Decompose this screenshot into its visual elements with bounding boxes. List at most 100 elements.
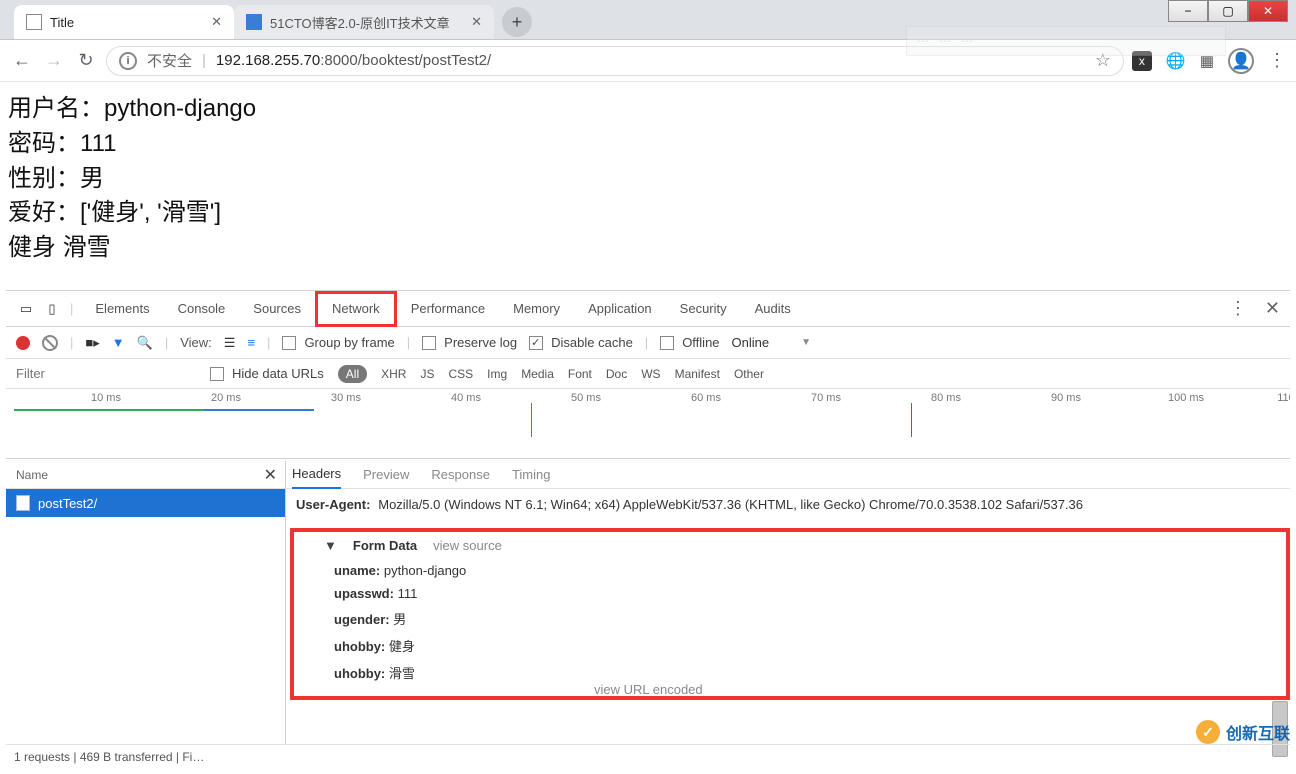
tab-51cto[interactable]: 51CTO博客2.0-原创IT技术文章 ✕ xyxy=(234,5,494,39)
view-source-link[interactable]: view source xyxy=(433,538,502,553)
new-tab-button[interactable]: + xyxy=(502,7,532,37)
site-info-icon[interactable]: i xyxy=(119,52,137,70)
filter-type-img[interactable]: Img xyxy=(487,367,507,381)
menu-button[interactable]: ⋮ xyxy=(1268,50,1286,71)
filter-type-xhr[interactable]: XHR xyxy=(381,367,406,381)
filter-type-font[interactable]: Font xyxy=(568,367,592,381)
devtools-controls: | ■▸ ▼ 🔍 | View: ☰ ≡ | Group by frame | … xyxy=(6,327,1290,359)
devtools-panel: ▭ ▯ | Elements Console Sources Network P… xyxy=(6,290,1290,768)
close-button[interactable]: ✕ xyxy=(1248,0,1288,22)
devtools-tabs: ▭ ▯ | Elements Console Sources Network P… xyxy=(6,291,1290,327)
filter-type-other[interactable]: Other xyxy=(734,367,764,381)
tab-close-icon[interactable]: ✕ xyxy=(471,14,482,30)
content-line: 性别：男 xyxy=(8,162,1288,197)
not-secure-label: 不安全 xyxy=(147,50,192,71)
detail-tab-preview[interactable]: Preview xyxy=(363,467,409,482)
devtools-menu-icon[interactable]: ⋮ xyxy=(1229,298,1247,319)
throttle-select[interactable]: Online xyxy=(732,335,770,350)
timeline-tick: 30 ms xyxy=(331,392,361,404)
detail-tabs: Headers Preview Response Timing xyxy=(286,461,1290,489)
timeline-tick: 40 ms xyxy=(451,392,481,404)
filter-type-ws[interactable]: WS xyxy=(641,367,660,381)
user-agent-row: User-Agent: Mozilla/5.0 (Windows NT 6.1;… xyxy=(286,489,1290,522)
filter-type-doc[interactable]: Doc xyxy=(606,367,627,381)
devtools-tab-audits[interactable]: Audits xyxy=(741,291,805,327)
tab-title[interactable]: Title ✕ xyxy=(14,5,234,39)
devtools-tab-performance[interactable]: Performance xyxy=(397,291,499,327)
timeline-tick: 80 ms xyxy=(931,392,961,404)
reload-button[interactable]: ↻ xyxy=(74,49,98,73)
view-list-icon[interactable]: ☰ xyxy=(224,335,236,351)
device-icon[interactable]: ▯ xyxy=(42,301,62,317)
form-data-section: ▼ Form Data view source uname: python-dj… xyxy=(290,528,1290,700)
detail-tab-headers[interactable]: Headers xyxy=(292,461,341,489)
view-label: View: xyxy=(180,335,212,350)
devtools-tab-sources[interactable]: Sources xyxy=(239,291,315,327)
tab-close-icon[interactable]: ✕ xyxy=(211,14,222,30)
form-data-row: ugender: 男 xyxy=(324,605,1276,632)
timeline-tick: 100 ms xyxy=(1168,392,1204,404)
camera-icon[interactable]: ■▸ xyxy=(85,335,99,351)
devtools-close-icon[interactable]: ✕ xyxy=(1265,298,1280,319)
timeline-tick: 70 ms xyxy=(811,392,841,404)
filter-type-js[interactable]: JS xyxy=(420,367,434,381)
devtools-tab-elements[interactable]: Elements xyxy=(81,291,163,327)
preserve-log-checkbox[interactable]: Preserve log xyxy=(422,335,517,350)
content-line: 用户名：python-django xyxy=(8,92,1288,127)
view-waterfall-icon[interactable]: ≡ xyxy=(247,335,255,350)
content-line: 健身 滑雪 xyxy=(8,231,1288,266)
timeline-marker xyxy=(531,403,532,437)
tab-label: Title xyxy=(50,15,74,30)
content-line: 密码：111 xyxy=(8,127,1288,162)
minimize-button[interactable]: − xyxy=(1168,0,1208,22)
view-url-encoded-link[interactable]: view URL encoded xyxy=(594,682,703,697)
request-list: Name ✕ postTest2/ xyxy=(6,461,286,744)
devtools-tab-memory[interactable]: Memory xyxy=(499,291,574,327)
form-data-row: uhobby: 健身 xyxy=(324,632,1276,659)
devtools-body: Name ✕ postTest2/ Headers Preview Respon… xyxy=(6,461,1290,744)
request-list-header[interactable]: Name ✕ xyxy=(6,461,285,489)
detail-tab-response[interactable]: Response xyxy=(431,467,490,482)
timeline-tick: 60 ms xyxy=(691,392,721,404)
content-line: 爱好：['健身', '滑雪'] xyxy=(8,196,1288,231)
filter-type-media[interactable]: Media xyxy=(521,367,554,381)
filter-input[interactable] xyxy=(16,366,196,381)
tab-label: 51CTO博客2.0-原创IT技术文章 xyxy=(270,13,450,32)
request-item[interactable]: postTest2/ xyxy=(6,489,285,517)
filter-type-manifest[interactable]: Manifest xyxy=(675,367,720,381)
page-icon xyxy=(26,14,42,30)
filter-type-all[interactable]: All xyxy=(338,365,367,383)
offline-checkbox[interactable]: Offline xyxy=(660,335,719,350)
devtools-tab-security[interactable]: Security xyxy=(666,291,741,327)
profile-avatar[interactable]: 👤 xyxy=(1228,48,1254,74)
back-button[interactable]: ← xyxy=(10,49,34,73)
file-icon xyxy=(16,495,30,511)
search-icon[interactable]: 🔍 xyxy=(137,335,153,351)
maximize-button[interactable]: ▢ xyxy=(1208,0,1248,22)
timeline-tick: 50 ms xyxy=(571,392,601,404)
network-timeline[interactable]: 10 ms 20 ms 30 ms 40 ms 50 ms 60 ms 70 m… xyxy=(6,389,1290,459)
devtools-status-bar: 1 requests | 469 B transferred | Fi… xyxy=(6,744,1290,768)
timeline-tick: 10 ms xyxy=(91,392,121,404)
clear-button[interactable] xyxy=(42,335,58,351)
filter-type-css[interactable]: CSS xyxy=(448,367,473,381)
hide-data-urls-checkbox[interactable]: Hide data URLs xyxy=(210,366,324,381)
forward-button[interactable]: → xyxy=(42,49,66,73)
detail-tab-timing[interactable]: Timing xyxy=(512,467,551,482)
devtools-tab-console[interactable]: Console xyxy=(164,291,240,327)
filter-toggle-icon[interactable]: ▼ xyxy=(112,335,125,350)
background-window: ⋯⋯⋯ xyxy=(906,26,1226,56)
form-data-row: upasswd: 111 xyxy=(324,582,1276,605)
site-icon xyxy=(246,14,262,30)
group-by-frame-checkbox[interactable]: Group by frame xyxy=(282,335,394,350)
inspect-icon[interactable]: ▭ xyxy=(16,301,36,317)
record-button[interactable] xyxy=(16,336,30,350)
devtools-tab-network[interactable]: Network xyxy=(315,291,397,327)
close-detail-icon[interactable]: ✕ xyxy=(264,465,277,485)
form-data-row: uname: python-django xyxy=(324,559,1276,582)
devtools-tab-application[interactable]: Application xyxy=(574,291,666,327)
timeline-tick: 90 ms xyxy=(1051,392,1081,404)
collapse-icon[interactable]: ▼ xyxy=(324,538,337,553)
window-controls: − ▢ ✕ xyxy=(1168,0,1288,22)
disable-cache-checkbox[interactable]: Disable cache xyxy=(529,335,633,350)
